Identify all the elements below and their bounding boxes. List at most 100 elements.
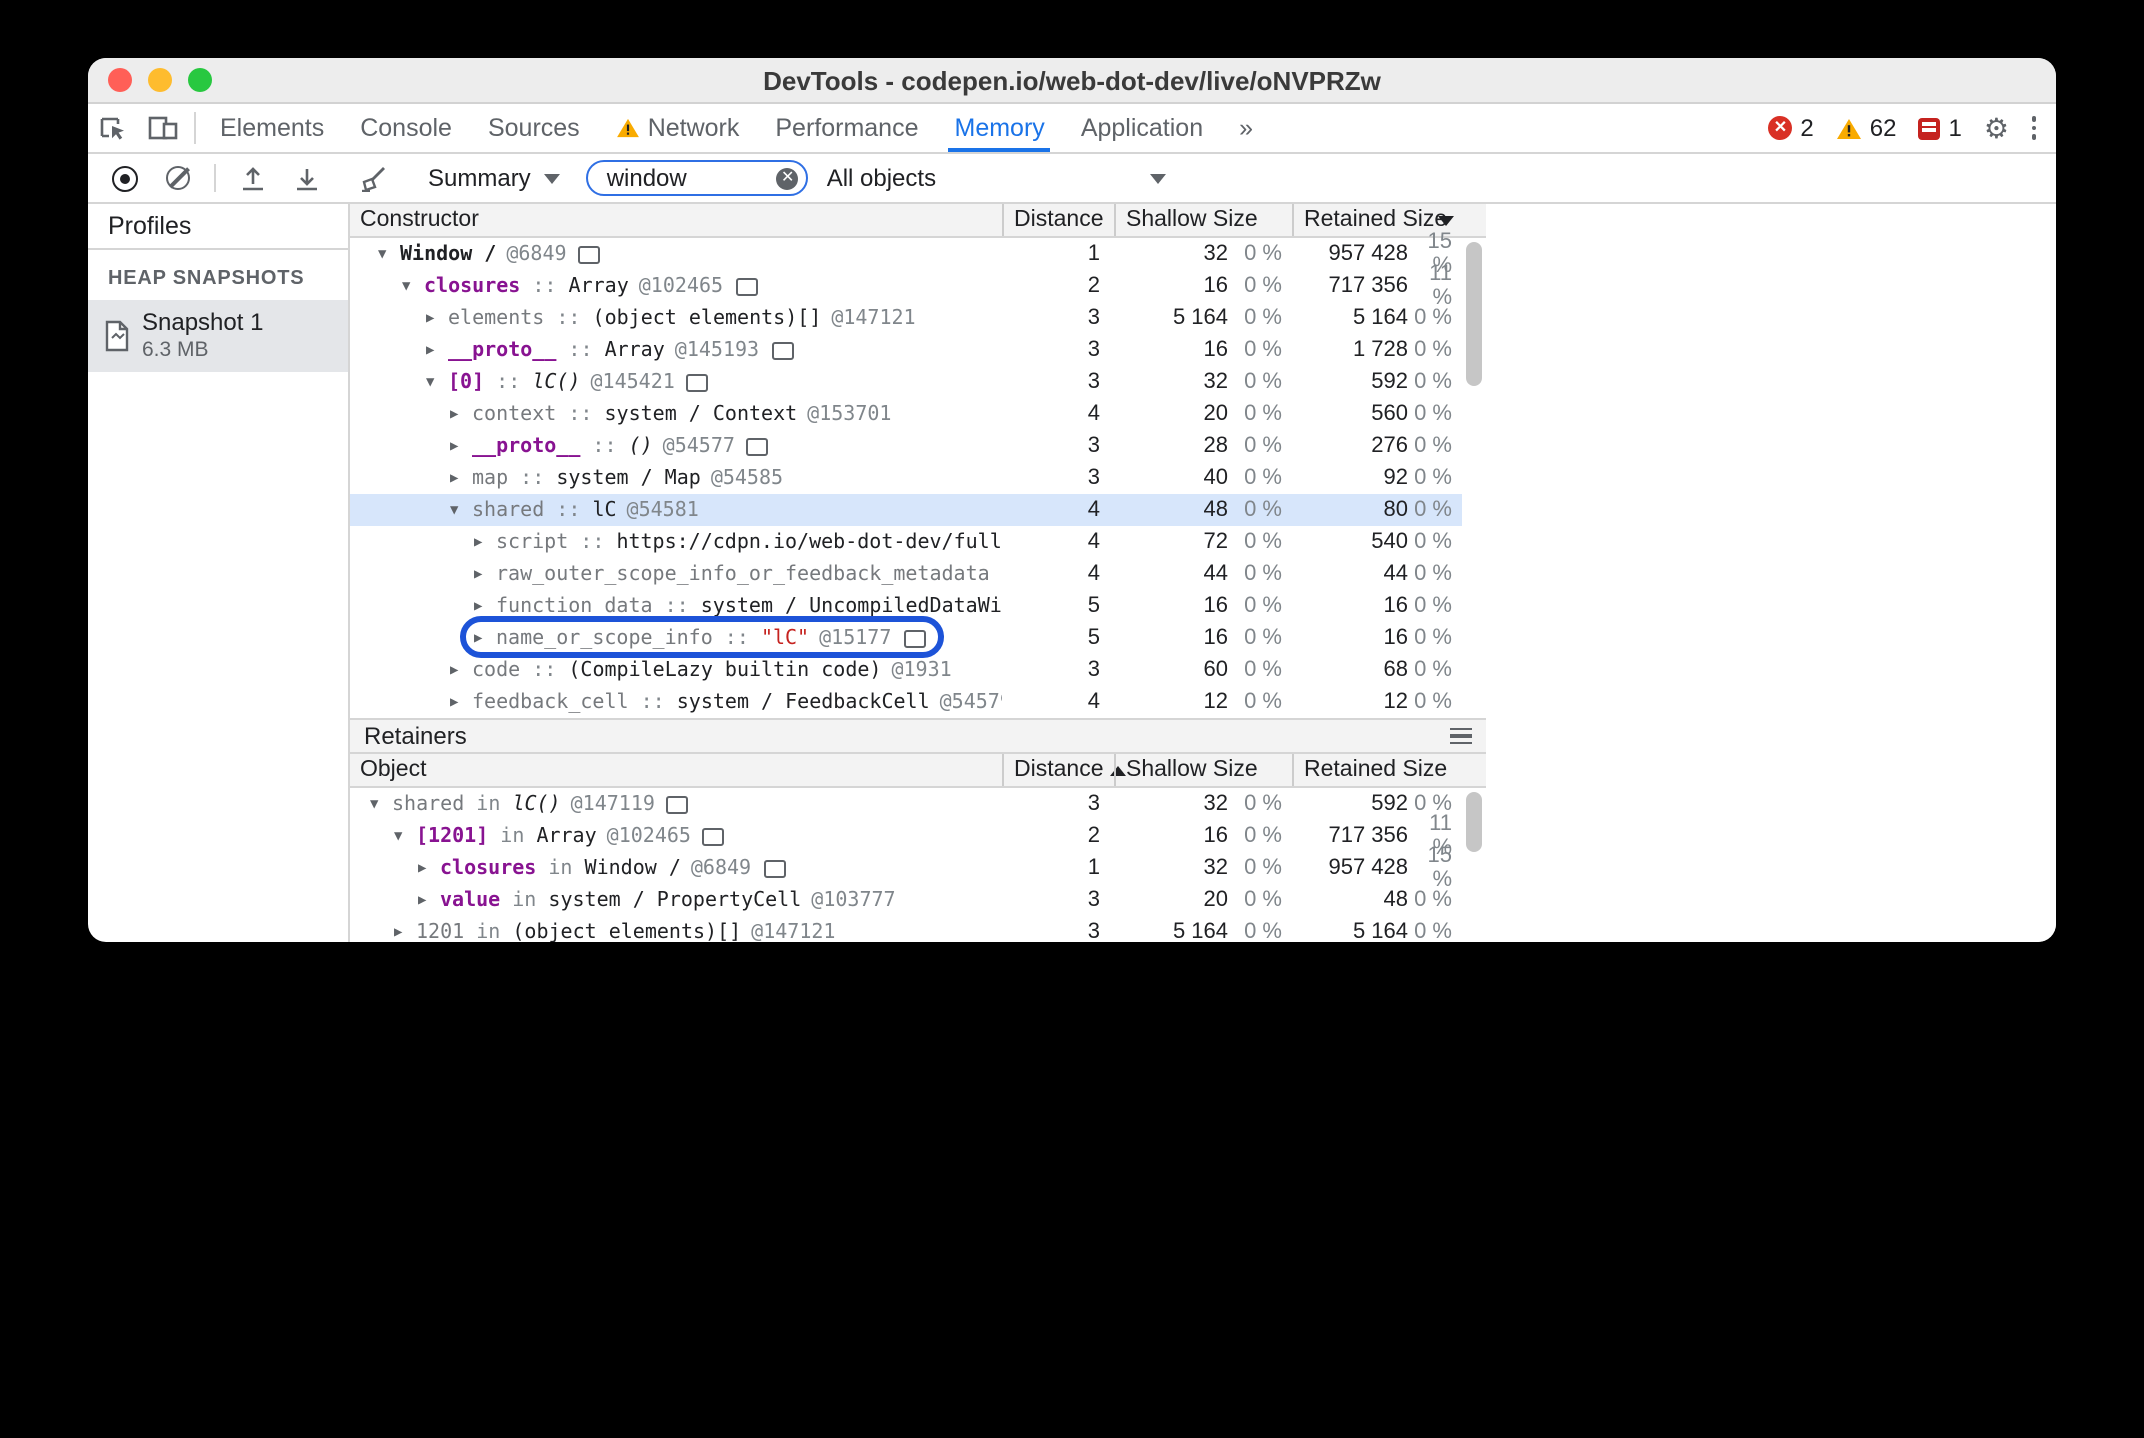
- tab-elements[interactable]: Elements: [202, 104, 342, 152]
- close-window-button[interactable]: [108, 68, 132, 92]
- take-heap-snapshot-button[interactable]: [106, 160, 142, 196]
- tree-row[interactable]: ▼ shared :: lC @54581 4 48 0 % 80 0 %: [350, 494, 1462, 526]
- tree-row[interactable]: ▼ Window / @6849 1 32 0 % 957 428 15 %: [350, 230, 1462, 278]
- expand-arrow-icon[interactable]: ▶: [426, 342, 448, 358]
- tree-row[interactable]: ▼ [0] :: lC() @145421 3 32 0 % 592 0 %: [350, 366, 1462, 398]
- shallow-percent-cell: 0 %: [1244, 434, 1282, 458]
- tab-sources[interactable]: Sources: [470, 104, 598, 152]
- retainers-menu-icon[interactable]: [1450, 727, 1472, 745]
- tree-row[interactable]: ▶ function_data :: system / UncompiledDat…: [350, 590, 1462, 622]
- retainers-scrollbar[interactable]: [1462, 788, 1486, 942]
- retainer-row[interactable]: ▼ shared in lC() @147119 3 32 0 % 592 0 %: [350, 788, 1462, 820]
- reveal-object-icon[interactable]: [746, 437, 769, 455]
- reveal-object-icon[interactable]: [578, 245, 601, 263]
- warning-badge[interactable]: 62: [1836, 114, 1897, 142]
- expand-arrow-icon[interactable]: ▶: [474, 534, 496, 550]
- shallow-percent-cell: 0 %: [1244, 658, 1282, 682]
- expand-arrow-icon[interactable]: ▶: [450, 694, 472, 710]
- shallow-percent-cell: 0 %: [1244, 498, 1282, 522]
- expand-arrow-icon[interactable]: ▶: [418, 860, 440, 876]
- retained-size-cell: 1 728: [1352, 338, 1408, 362]
- expand-arrow-icon[interactable]: ▶: [450, 438, 472, 454]
- constructor-tree: ▼ Window / @6849 1 32 0 % 957 428 15 % ▼ closures…: [350, 230, 1486, 718]
- collect-garbage-icon[interactable]: [354, 160, 390, 196]
- error-badge[interactable]: ✕ 2: [1768, 114, 1814, 142]
- object-id: @145421: [590, 371, 675, 393]
- tree-row[interactable]: ▶ context :: system / Context @153701 4 20 0 …: [350, 398, 1462, 430]
- tree-row[interactable]: ▶ map :: system / Map @54585 3 40 0 % 92 0 %: [350, 462, 1462, 494]
- retainer-row[interactable]: ▶ 1201 in (object elements)[] @147121 3 5 16…: [350, 916, 1462, 942]
- clear-filter-icon[interactable]: ✕: [776, 167, 799, 189]
- expand-arrow-icon[interactable]: ▶: [450, 662, 472, 678]
- tree-row[interactable]: ▶ __proto__ :: Array @145193 3 16 0 % 1 728 0 %: [350, 334, 1462, 366]
- inspect-element-icon[interactable]: [88, 104, 138, 152]
- object-filter-select[interactable]: All objects: [827, 164, 1175, 192]
- expand-arrow-icon[interactable]: ▶: [474, 566, 496, 582]
- tab-console[interactable]: Console: [342, 104, 470, 152]
- row-content: ▶ script :: https://cdpn.io/web-dot-dev/f…: [474, 531, 1002, 553]
- zoom-window-button[interactable]: [188, 68, 212, 92]
- separator-text: ::: [544, 307, 593, 329]
- reveal-object-icon[interactable]: [771, 341, 794, 359]
- more-tabs[interactable]: »: [1221, 104, 1271, 152]
- reveal-object-icon[interactable]: [666, 795, 689, 813]
- retainer-row[interactable]: ▶ value in system / PropertyCell @103777 3 2…: [350, 884, 1462, 916]
- retainer-row[interactable]: ▶ closures in Window / @6849 1 32 0 % 957 428 1…: [350, 844, 1462, 892]
- column-header-distance[interactable]: Distance: [1002, 204, 1114, 236]
- column-header-distance[interactable]: Distance: [1002, 754, 1126, 786]
- perspective-select[interactable]: Summary: [428, 164, 561, 192]
- tree-row[interactable]: ▶ feedback_cell :: system / FeedbackCell @…: [350, 686, 1462, 718]
- expand-arrow-icon[interactable]: ▶: [450, 406, 472, 422]
- collapse-arrow-icon[interactable]: ▼: [402, 278, 424, 294]
- column-header-shallow-size[interactable]: Shallow Size: [1114, 754, 1292, 786]
- distance-cell: 2: [1087, 824, 1100, 848]
- issues-badge[interactable]: 1: [1918, 114, 1962, 142]
- expand-arrow-icon[interactable]: ▶: [474, 630, 496, 646]
- tab-application[interactable]: Application: [1063, 104, 1221, 152]
- retainer-row[interactable]: ▼ [1201] in Array @102465 2 16 0 % 717 356 11 %: [350, 812, 1462, 860]
- separator-text: ::: [568, 531, 617, 553]
- scrollbar-thumb[interactable]: [1466, 242, 1482, 386]
- reveal-object-icon[interactable]: [735, 277, 758, 295]
- tree-row[interactable]: ▶ code :: (CompileLazy builtin code) @1931…: [350, 654, 1462, 686]
- collapse-arrow-icon[interactable]: ▼: [378, 246, 400, 262]
- column-header-object[interactable]: Object: [350, 754, 1002, 786]
- tree-row[interactable]: ▶ elements :: (object elements)[] @147121 3…: [350, 302, 1462, 334]
- reveal-object-icon[interactable]: [903, 629, 926, 647]
- reveal-object-icon[interactable]: [763, 859, 786, 877]
- device-toolbar-icon[interactable]: [138, 104, 188, 152]
- save-profile-button[interactable]: [288, 160, 324, 196]
- tree-row[interactable]: ▶ __proto__ :: () @54577 3 28 0 % 276 0 %: [350, 430, 1462, 462]
- expand-arrow-icon[interactable]: ▶: [394, 924, 416, 940]
- collapse-arrow-icon[interactable]: ▼: [394, 828, 416, 844]
- reveal-object-icon[interactable]: [686, 373, 709, 391]
- collapse-arrow-icon[interactable]: ▼: [370, 796, 392, 812]
- expand-arrow-icon[interactable]: ▶: [426, 310, 448, 326]
- collapse-arrow-icon[interactable]: ▼: [450, 502, 472, 518]
- more-options-icon[interactable]: [2031, 116, 2036, 140]
- tab-network[interactable]: Network: [598, 104, 758, 152]
- expand-arrow-icon[interactable]: ▶: [474, 598, 496, 614]
- column-header-shallow-size[interactable]: Shallow Size: [1114, 204, 1292, 236]
- object-name: 1201: [416, 921, 465, 942]
- scrollbar-thumb[interactable]: [1466, 792, 1482, 852]
- clear-profiles-button[interactable]: [160, 160, 196, 196]
- tree-row[interactable]: ▼ closures :: Array @102465 2 16 0 % 717 356 11…: [350, 262, 1462, 310]
- class-filter-input[interactable]: window ✕: [586, 160, 809, 196]
- tree-row[interactable]: ▶ raw_outer_scope_info_or_feedback_metada…: [350, 558, 1462, 590]
- expand-arrow-icon[interactable]: ▶: [450, 470, 472, 486]
- tree-scrollbar[interactable]: [1462, 238, 1486, 718]
- load-profile-button[interactable]: [234, 160, 270, 196]
- column-header-retained-size[interactable]: Retained Size: [1292, 754, 1462, 786]
- snapshot-item[interactable]: Snapshot 1 6.3 MB: [88, 300, 348, 373]
- tab-memory[interactable]: Memory: [937, 104, 1063, 152]
- expand-arrow-icon[interactable]: ▶: [418, 892, 440, 908]
- reveal-object-icon[interactable]: [702, 827, 725, 845]
- tab-performance[interactable]: Performance: [757, 104, 936, 152]
- settings-gear-icon[interactable]: ⚙: [1984, 114, 2009, 142]
- tree-row[interactable]: ▶ script :: https://cdpn.io/web-dot-dev/f…: [350, 526, 1462, 558]
- column-header-constructor[interactable]: Constructor: [350, 204, 1002, 236]
- tree-row[interactable]: ▶ name_or_scope_info :: "lC" @15177 5 16 0 % 1…: [350, 616, 1462, 658]
- collapse-arrow-icon[interactable]: ▼: [426, 374, 448, 390]
- minimize-window-button[interactable]: [148, 68, 172, 92]
